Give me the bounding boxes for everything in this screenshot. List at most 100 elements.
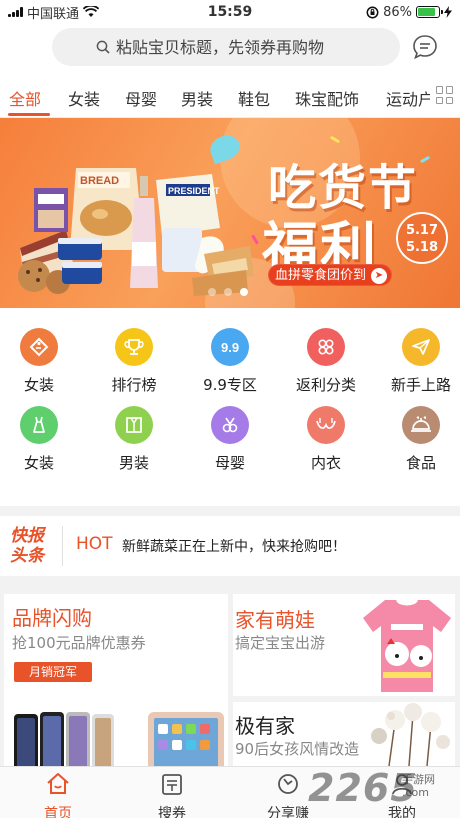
kids-tshirt-image bbox=[363, 599, 451, 692]
battery-icon bbox=[416, 6, 443, 18]
entry-nine-nine[interactable]: 9.9 9.9专区 bbox=[190, 328, 270, 395]
entry-baby[interactable]: 母婴 bbox=[190, 406, 270, 473]
carrier-label: 中国联通 bbox=[27, 6, 80, 22]
entry-label: 母婴 bbox=[214, 454, 245, 472]
home-icon bbox=[47, 773, 69, 794]
tab-baby[interactable]: 母婴 bbox=[125, 86, 157, 110]
page-dot[interactable] bbox=[208, 288, 216, 296]
promo-section: 品牌闪购 抢100元品牌优惠券 月销冠军 家有萌娃 搞定宝宝出游 极有家 90后… bbox=[0, 586, 460, 766]
carrier-area: 中国联通 bbox=[8, 3, 158, 22]
tab-home[interactable]: 首页 bbox=[18, 771, 98, 818]
search-input[interactable] bbox=[116, 37, 356, 57]
tab-shoes-bags[interactable]: 鞋包 bbox=[238, 86, 270, 110]
brand-flash-sale-card[interactable]: 品牌闪购 抢100元品牌优惠券 月销冠军 bbox=[4, 594, 228, 766]
chevron-right-icon: ➤ bbox=[371, 268, 387, 284]
entry-food[interactable]: 食品 bbox=[381, 406, 460, 473]
home-decor-card[interactable]: 极有家 90后女孩风情改造 bbox=[233, 702, 455, 766]
banner-decoration bbox=[419, 155, 431, 164]
tag-icon bbox=[20, 328, 58, 366]
news-headline[interactable]: 新鲜蔬菜正在上新中，快来抢购吧！ bbox=[122, 536, 346, 556]
butter-label: PRESIDENT bbox=[168, 186, 220, 196]
entry-label: 女装 bbox=[23, 376, 54, 394]
tab-label: 搜券 bbox=[158, 806, 186, 818]
page-dot[interactable] bbox=[224, 288, 232, 296]
entry-women-tag[interactable]: 女装 bbox=[0, 328, 79, 395]
entry-label: 新手上路 bbox=[390, 376, 451, 394]
phones-image bbox=[14, 712, 224, 766]
news-logo-line1: 快报 bbox=[10, 526, 44, 546]
quick-entry-grid: 女装 排行榜 9.9 9.9专区 返利分类 新手上路 女装 男装 母婴 内衣 食… bbox=[0, 308, 460, 506]
bread-label: BREAD bbox=[80, 175, 119, 187]
search-box[interactable] bbox=[52, 28, 400, 66]
news-ticker[interactable]: 快报 头条 HOT 新鲜蔬菜正在上新中，快来抢购吧！ bbox=[0, 516, 460, 576]
tab-strip: 全部 女装 母婴 男装 鞋包 珠宝配饰 运动户外 bbox=[0, 72, 430, 118]
divider bbox=[62, 526, 63, 566]
app-screen: 中国联通 15:59 86% 粘贴宝贝标题，先领券再购物 全部 女装 母婴 男装… bbox=[0, 0, 460, 818]
entry-underwear[interactable]: 内衣 bbox=[286, 406, 366, 473]
card-subtitle: 90后女孩风情改造 bbox=[235, 740, 360, 758]
entry-rebate-category[interactable]: 返利分类 bbox=[286, 328, 366, 395]
entry-label: 男装 bbox=[118, 454, 149, 472]
promo-banner[interactable]: BREAD PRESIDENT 吃货节 福利 5.17 5.18 血拼零食团价到… bbox=[0, 118, 460, 308]
cotton-flowers-image bbox=[371, 703, 450, 766]
entry-label: 食品 bbox=[405, 454, 436, 472]
baby-card[interactable]: 家有萌娃 搞定宝宝出游 bbox=[233, 594, 455, 696]
tab-men[interactable]: 男装 bbox=[181, 86, 213, 110]
entry-women-dress[interactable]: 女装 bbox=[0, 406, 79, 473]
status-bar: 中国联通 15:59 86% bbox=[0, 0, 460, 24]
battery-percent: 86% bbox=[383, 4, 412, 20]
svg-text:9.9: 9.9 bbox=[221, 340, 239, 355]
paper-plane-icon bbox=[402, 328, 440, 366]
wifi-icon bbox=[83, 6, 100, 17]
card-title: 品牌闪购 bbox=[12, 606, 92, 630]
search-icon bbox=[96, 40, 110, 54]
shirt-icon bbox=[115, 406, 153, 444]
tab-sports[interactable]: 运动户外 bbox=[386, 86, 430, 110]
entry-label: 返利分类 bbox=[295, 376, 356, 394]
nine-nine-icon: 9.9 bbox=[211, 328, 249, 366]
entry-label: 内衣 bbox=[310, 454, 341, 472]
charging-icon bbox=[444, 6, 452, 18]
dress-icon bbox=[20, 406, 58, 444]
tab-search-coupon[interactable]: 搜券 bbox=[132, 771, 212, 818]
banner-pagination bbox=[208, 288, 248, 296]
watermark-label: 手游网 bbox=[402, 773, 435, 786]
clock: 15:59 bbox=[207, 4, 253, 20]
bra-icon bbox=[307, 406, 345, 444]
banner-date-badge: 5.17 5.18 bbox=[396, 212, 448, 264]
watermark-suffix: .com bbox=[402, 786, 429, 799]
entry-ranking[interactable]: 排行榜 bbox=[94, 328, 174, 395]
banner-cta[interactable]: 血拼零食团价到 ➤ bbox=[268, 264, 392, 286]
card-title: 极有家 bbox=[235, 714, 295, 738]
entry-newcomer[interactable]: 新手上路 bbox=[381, 328, 460, 395]
battery-area: 86% bbox=[302, 5, 452, 20]
entry-men[interactable]: 男装 bbox=[94, 406, 174, 473]
tab-women[interactable]: 女装 bbox=[68, 86, 100, 110]
search-bar-row bbox=[0, 24, 460, 72]
share-icon bbox=[278, 774, 298, 794]
pacifier-icon bbox=[211, 406, 249, 444]
message-icon[interactable] bbox=[412, 34, 438, 60]
food-icon bbox=[402, 406, 440, 444]
page-dot-active[interactable] bbox=[240, 288, 248, 296]
snack-products-image: BREAD PRESIDENT bbox=[18, 168, 254, 296]
tab-label: 首页 bbox=[44, 806, 72, 818]
entry-label: 女装 bbox=[23, 454, 54, 472]
entry-label: 排行榜 bbox=[111, 376, 157, 394]
trophy-icon bbox=[115, 328, 153, 366]
signal-icon bbox=[8, 7, 23, 17]
category-icon bbox=[307, 328, 345, 366]
banner-cta-label: 血拼零食团价到 bbox=[275, 268, 367, 283]
orientation-lock-icon bbox=[366, 6, 379, 18]
news-logo-line2: 头条 bbox=[10, 546, 44, 566]
tab-all[interactable]: 全部 bbox=[9, 86, 41, 110]
hot-tag: HOT bbox=[76, 534, 113, 554]
card-title: 家有萌娃 bbox=[235, 608, 315, 632]
best-seller-badge: 月销冠军 bbox=[14, 662, 92, 682]
card-subtitle: 抢100元品牌优惠券 bbox=[12, 634, 146, 652]
grid-icon[interactable] bbox=[436, 86, 454, 104]
banner-date-start: 5.17 bbox=[405, 223, 439, 238]
tab-jewelry[interactable]: 珠宝配饰 bbox=[295, 86, 359, 110]
category-tabs: 全部 女装 母婴 男装 鞋包 珠宝配饰 运动户外 bbox=[0, 72, 460, 118]
entry-label: 9.9专区 bbox=[203, 376, 257, 394]
